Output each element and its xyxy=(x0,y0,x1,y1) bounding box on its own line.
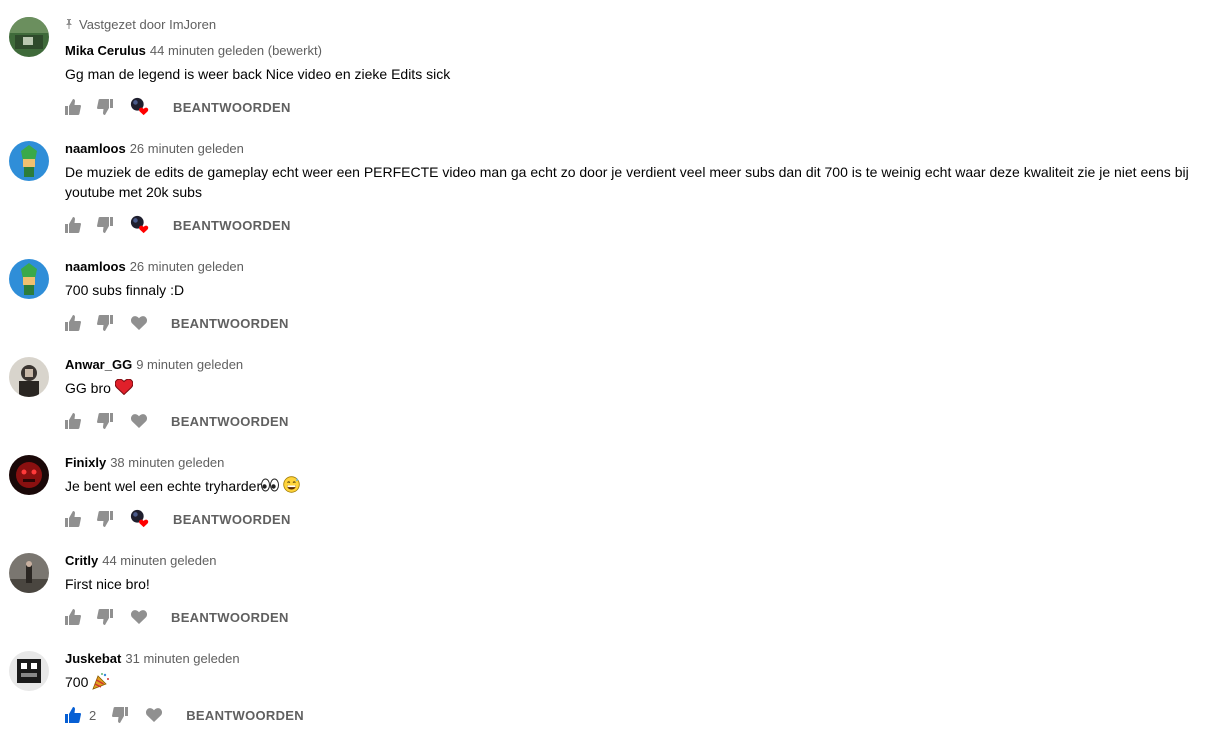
thumb-up-icon xyxy=(65,511,81,527)
heart-icon xyxy=(131,414,147,428)
reply-button[interactable]: BEANTWOORDEN xyxy=(171,313,289,333)
comment-text: De muziek de edits de gameplay echt weer… xyxy=(65,164,1189,200)
red-heart-emoji-icon xyxy=(114,378,134,400)
heart-icon xyxy=(131,316,147,330)
like-button[interactable] xyxy=(65,509,81,529)
comment-time[interactable]: 44 minuten geleden xyxy=(102,553,216,568)
dislike-button[interactable] xyxy=(97,97,113,117)
avatar[interactable] xyxy=(9,141,49,181)
comment-text: Gg man de legend is weer back Nice video… xyxy=(65,66,451,82)
comment-time[interactable]: 31 minuten geleden xyxy=(125,651,239,666)
heart-icon xyxy=(146,708,163,722)
heart-button[interactable] xyxy=(130,607,148,627)
author-name[interactable]: Anwar_GG xyxy=(65,357,132,372)
thumb-up-icon xyxy=(65,99,81,115)
thumb-up-icon xyxy=(65,315,81,331)
comment-time[interactable]: 44 minuten geleden (bewerkt) xyxy=(150,43,322,58)
like-button-active[interactable] xyxy=(65,705,81,725)
comment-text: Je bent wel een echte tryharder xyxy=(65,476,1224,498)
dislike-button[interactable] xyxy=(97,411,113,431)
comment-time[interactable]: 9 minuten geleden xyxy=(136,357,243,372)
dislike-button[interactable] xyxy=(97,509,113,529)
action-bar: BEANTWOORDEN xyxy=(65,509,291,529)
action-bar: BEANTWOORDEN xyxy=(65,215,291,235)
comment-text: 700 xyxy=(65,672,1224,695)
heart-button[interactable] xyxy=(145,705,163,725)
author-name[interactable]: naamloos xyxy=(65,259,126,274)
reply-button[interactable]: BEANTWOORDEN xyxy=(186,705,304,725)
grinning-sweat-emoji-icon xyxy=(283,476,300,498)
avatar[interactable] xyxy=(9,17,49,57)
comment-header: Critly 44 minuten geleden xyxy=(65,553,216,569)
avatar[interactable] xyxy=(9,259,49,299)
like-button[interactable] xyxy=(65,215,81,235)
thumb-up-icon xyxy=(65,413,81,429)
like-button[interactable] xyxy=(65,411,81,431)
reply-button[interactable]: BEANTWOORDEN xyxy=(171,607,289,627)
action-bar: BEANTWOORDEN xyxy=(65,411,289,431)
reply-button[interactable]: BEANTWOORDEN xyxy=(173,97,291,117)
thumb-down-icon xyxy=(97,217,113,233)
thumb-up-icon xyxy=(65,707,81,723)
thumb-up-icon xyxy=(65,217,81,233)
thumb-down-icon xyxy=(112,707,129,723)
comment-time[interactable]: 26 minuten geleden xyxy=(130,141,244,156)
dislike-button[interactable] xyxy=(97,607,113,627)
thumb-down-icon xyxy=(97,413,113,429)
pin-icon xyxy=(65,19,73,35)
like-button[interactable] xyxy=(65,313,81,333)
author-name[interactable]: Juskebat xyxy=(65,651,121,666)
dislike-button[interactable] xyxy=(97,215,113,235)
comment-header: naamloos 26 minuten geleden xyxy=(65,141,244,157)
creator-heart-button[interactable] xyxy=(130,97,150,117)
author-name[interactable]: Mika Cerulus xyxy=(65,43,146,58)
author-name[interactable]: Critly xyxy=(65,553,98,568)
comment-header: Finixly 38 minuten geleden xyxy=(65,455,224,471)
avatar[interactable] xyxy=(9,357,49,397)
avatar[interactable] xyxy=(9,455,49,495)
comment-header: Juskebat 31 minuten geleden xyxy=(65,651,240,667)
action-bar: BEANTWOORDEN xyxy=(65,313,289,333)
creator-heart-button[interactable] xyxy=(130,509,150,529)
like-count: 2 xyxy=(89,707,97,723)
thumb-down-icon xyxy=(97,99,113,115)
creator-heart-button[interactable] xyxy=(130,215,150,235)
action-bar: 2 BEANTWOORDEN xyxy=(65,705,304,725)
dislike-button[interactable] xyxy=(97,313,113,333)
like-button[interactable] xyxy=(65,97,81,117)
dislike-button[interactable] xyxy=(112,705,129,725)
reply-button[interactable]: BEANTWOORDEN xyxy=(173,509,291,529)
thumb-down-icon xyxy=(97,315,113,331)
comment-header: naamloos 26 minuten geleden xyxy=(65,259,244,275)
creator-heart-icon xyxy=(130,509,149,528)
party-popper-emoji-icon xyxy=(92,672,110,695)
reply-button[interactable]: BEANTWOORDEN xyxy=(173,215,291,235)
avatar[interactable] xyxy=(9,553,49,593)
heart-button[interactable] xyxy=(130,411,148,431)
avatar[interactable] xyxy=(9,651,49,691)
reply-button[interactable]: BEANTWOORDEN xyxy=(171,411,289,431)
heart-icon xyxy=(131,610,147,624)
comment-text: 700 subs finnaly :D xyxy=(65,282,185,298)
comment-header: Anwar_GG 9 minuten geleden xyxy=(65,357,243,373)
like-button[interactable] xyxy=(65,607,81,627)
creator-heart-icon xyxy=(130,97,149,116)
thumb-down-icon xyxy=(97,511,113,527)
comment-text: GG bro xyxy=(65,378,1224,400)
action-bar: BEANTWOORDEN xyxy=(65,97,291,117)
creator-heart-icon xyxy=(130,215,149,234)
heart-button[interactable] xyxy=(130,313,148,333)
thumb-down-icon xyxy=(97,609,113,625)
comment-time[interactable]: 26 minuten geleden xyxy=(130,259,244,274)
comment-time[interactable]: 38 minuten geleden xyxy=(110,455,224,470)
thumb-up-icon xyxy=(65,609,81,625)
author-name[interactable]: naamloos xyxy=(65,141,126,156)
author-name[interactable]: Finixly xyxy=(65,455,106,470)
eyes-emoji-icon xyxy=(261,477,280,497)
pinned-label: Vastgezet door ImJoren xyxy=(65,17,216,33)
comment-header: Mika Cerulus 44 minuten geleden (bewerkt) xyxy=(65,43,322,59)
comment-text: First nice bro! xyxy=(65,576,150,592)
action-bar: BEANTWOORDEN xyxy=(65,607,289,627)
